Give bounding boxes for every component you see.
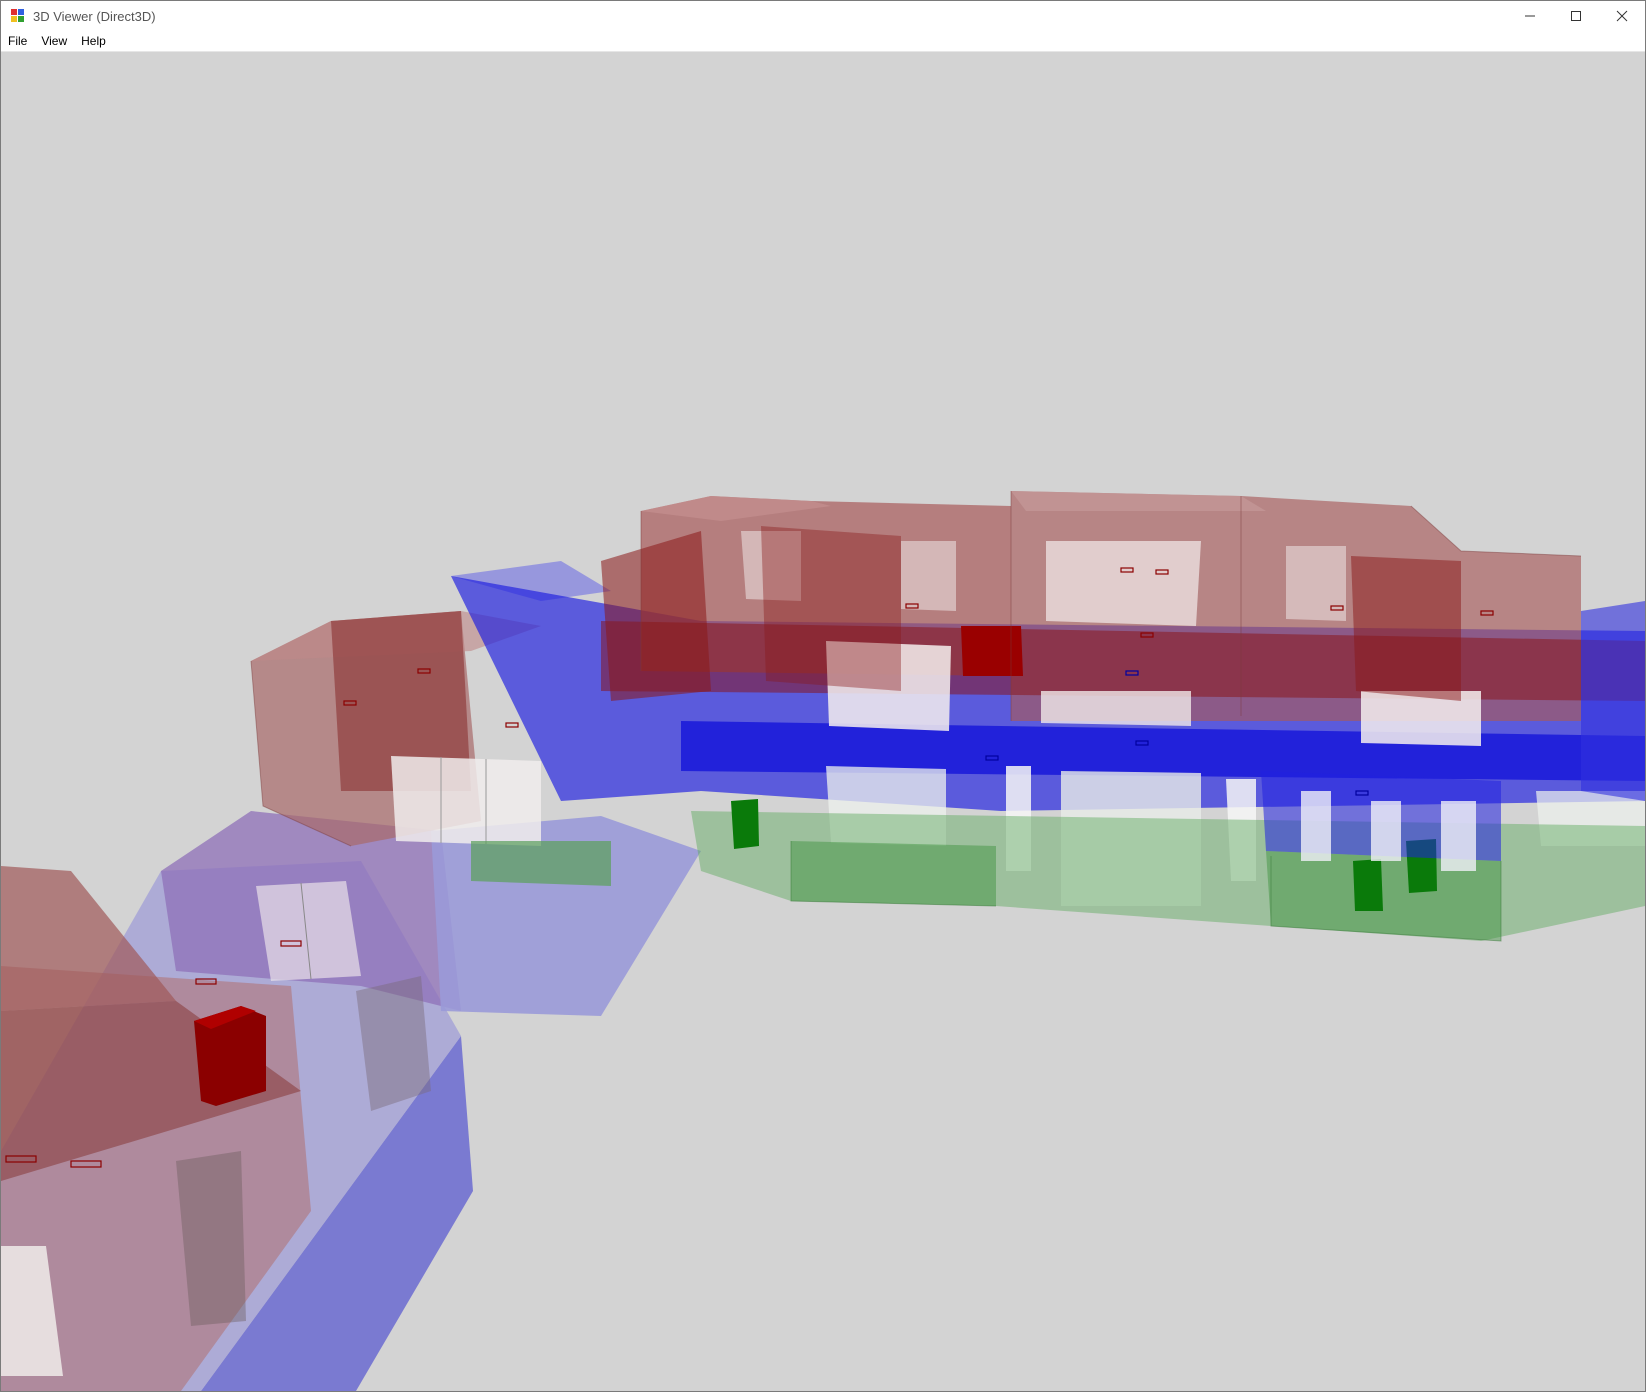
menu-view[interactable]: View	[34, 31, 74, 51]
white-roof-panel-6	[901, 541, 956, 611]
white-bay-6	[1301, 791, 1331, 861]
maximize-button[interactable]	[1553, 1, 1599, 31]
blue-right-edge	[1581, 601, 1645, 801]
white-bay-7	[1371, 801, 1401, 861]
menu-bar: File View Help	[1, 31, 1645, 52]
red-tall-center	[761, 526, 901, 691]
white-panels-mid	[391, 756, 541, 846]
3d-viewport[interactable]	[1, 52, 1645, 1391]
minimize-button[interactable]	[1507, 1, 1553, 31]
solid-red-small	[961, 626, 1023, 676]
app-icon	[11, 9, 25, 23]
white-window-left	[256, 881, 361, 981]
white-roof-panel-4	[1361, 691, 1481, 746]
window-title: 3D Viewer (Direct3D)	[33, 8, 156, 24]
green-floor-dark-1	[791, 841, 996, 906]
white-roof-panel-3	[1041, 691, 1191, 726]
red-tall-left	[601, 531, 711, 701]
close-icon	[1616, 10, 1628, 22]
maximize-icon	[1571, 11, 1581, 21]
window-controls	[1507, 1, 1645, 31]
3d-scene	[1, 52, 1645, 1391]
green-block-2	[1353, 859, 1383, 911]
minimize-icon	[1525, 15, 1535, 17]
red-tall-right	[1351, 556, 1461, 701]
green-base-mid	[471, 841, 611, 886]
green-block-1	[731, 799, 759, 849]
menu-help[interactable]: Help	[74, 31, 113, 51]
close-button[interactable]	[1599, 1, 1645, 31]
menu-file[interactable]: File	[1, 31, 34, 51]
white-bay-8	[1441, 801, 1476, 871]
title-bar[interactable]: 3D Viewer (Direct3D)	[1, 1, 1645, 31]
white-roof-panel-1	[1046, 541, 1201, 626]
app-window: 3D Viewer (Direct3D) File View Help	[0, 0, 1646, 1392]
